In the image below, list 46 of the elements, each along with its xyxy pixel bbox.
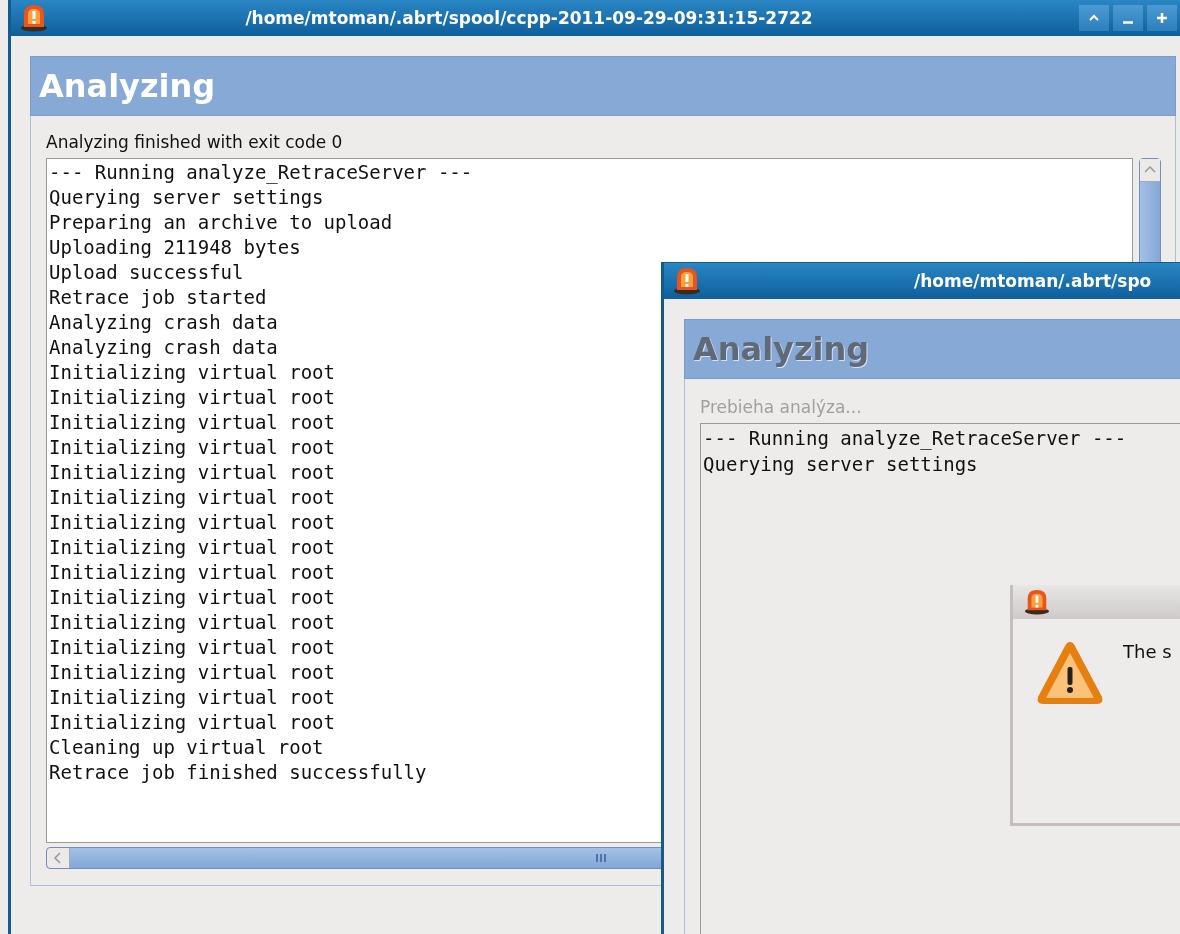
log-line: Initializing virtual root xyxy=(49,710,335,735)
log-line: --- Running analyze_RetraceServer --- xyxy=(49,160,473,185)
log-line: Upload successful xyxy=(49,260,244,285)
maximize-button[interactable] xyxy=(1147,5,1177,31)
log-line: Initializing virtual root xyxy=(49,685,335,710)
log-line: --- Running analyze_RetraceServer --- xyxy=(703,426,1127,451)
scroll-left-icon[interactable] xyxy=(47,848,70,868)
log-line: Initializing virtual root xyxy=(49,485,335,510)
log-line: Retrace job started xyxy=(49,285,267,310)
scroll-up-icon[interactable] xyxy=(1140,159,1160,182)
dialog-message: The s xyxy=(1123,641,1172,662)
page-heading: Analyzing xyxy=(39,67,216,105)
log-line: Cleaning up virtual root xyxy=(49,735,324,760)
log-line: Analyzing crash data xyxy=(49,335,278,360)
status-label: Analyzing finished with exit code 0 xyxy=(46,132,344,152)
minimize-button[interactable] xyxy=(1113,5,1143,31)
log-line: Uploading 211948 bytes xyxy=(49,235,301,260)
status-label: Prebieha analýza... xyxy=(700,397,863,417)
log-line: Preparing an archive to upload xyxy=(49,210,393,235)
log-line: Initializing virtual root xyxy=(49,660,335,685)
log-line: Analyzing crash data xyxy=(49,310,278,335)
log-line: Initializing virtual root xyxy=(49,635,335,660)
grip-icon xyxy=(595,853,607,863)
window-title: /home/mtoman/.abrt/spool/ccpp-2011-09-29-09:31:15-2722 xyxy=(244,8,814,28)
warning-icon xyxy=(1035,639,1105,707)
page-heading: Analyzing xyxy=(693,330,870,368)
log-line: Initializing virtual root xyxy=(49,410,335,435)
log-line: Initializing virtual root xyxy=(49,535,335,560)
log-line: Querying server settings xyxy=(49,185,324,210)
plus-icon xyxy=(1156,12,1168,24)
minimize-icon xyxy=(1123,20,1133,24)
log-line: Initializing virtual root xyxy=(49,510,335,535)
log-line: Initializing virtual root xyxy=(49,435,335,460)
log-line: Initializing virtual root xyxy=(49,385,335,410)
shade-button[interactable] xyxy=(1079,5,1109,31)
window-title: /home/mtoman/.abrt/spo xyxy=(913,271,1153,291)
log-line: Initializing virtual root xyxy=(49,610,335,635)
log-line: Initializing virtual root xyxy=(49,585,335,610)
siren-icon xyxy=(1023,589,1051,615)
log-line: Querying server settings xyxy=(703,452,978,477)
log-line: Initializing virtual root xyxy=(49,460,335,485)
siren-icon xyxy=(19,4,49,32)
log-line: Retrace job finished successfully xyxy=(49,760,427,785)
siren-icon xyxy=(672,267,702,295)
log-line: Initializing virtual root xyxy=(49,360,335,385)
log-line: Initializing virtual root xyxy=(49,560,335,585)
